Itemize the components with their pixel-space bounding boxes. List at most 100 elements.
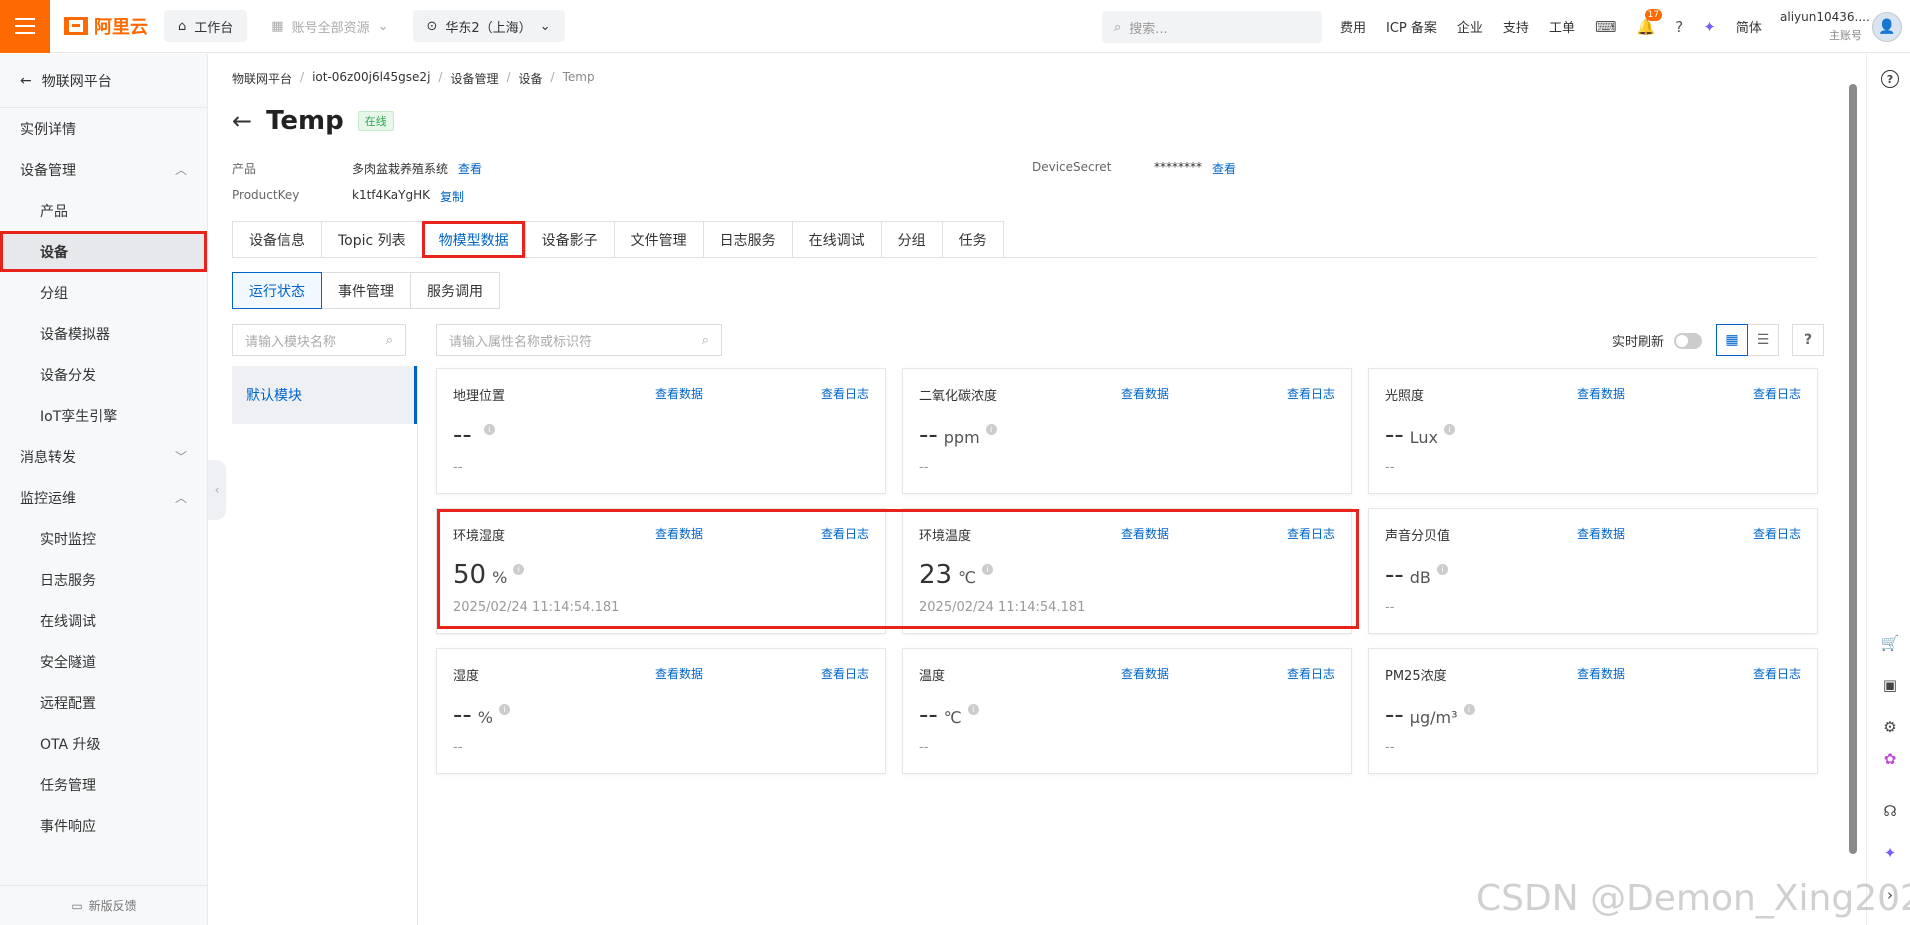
sidebar-item-2[interactable]: 产品 [0, 190, 207, 231]
tab-6[interactable]: 在线调试 [791, 221, 881, 258]
scrollbar[interactable] [1846, 54, 1860, 925]
sidebar-item-3[interactable]: 设备 [0, 231, 207, 272]
help-icon[interactable]: ? [1792, 324, 1824, 356]
info-icon[interactable]: i [513, 564, 525, 575]
subtab-service-call[interactable]: 服务调用 [410, 272, 500, 309]
ai-assistant-icon[interactable]: ✦ [1879, 842, 1901, 864]
info-icon[interactable]: i [1444, 424, 1456, 435]
subtab-event-mgmt[interactable]: 事件管理 [321, 272, 411, 309]
top-link-fee[interactable]: 费用 [1340, 17, 1366, 36]
view-data-link[interactable]: 查看数据 [1121, 525, 1169, 542]
top-link-support[interactable]: 支持 [1503, 17, 1529, 36]
sidebar-item-8[interactable]: 消息转发 ﹀ [0, 436, 207, 477]
headset-icon[interactable]: ☊ [1879, 800, 1901, 822]
top-link-ticket[interactable]: 工单 [1549, 17, 1575, 36]
back-arrow-icon[interactable]: ← [232, 107, 252, 135]
sidebar-item-16[interactable]: 任务管理 [0, 764, 207, 805]
view-data-link[interactable]: 查看数据 [1577, 385, 1625, 402]
language-switch[interactable]: 简体 [1736, 17, 1762, 36]
sidebar-item-6[interactable]: 设备分发 [0, 354, 207, 395]
sidebar-item-5[interactable]: 设备模拟器 [0, 313, 207, 354]
ai-assistant-icon[interactable]: ✦ [1703, 18, 1716, 36]
module-search-input[interactable]: 请输入模块名称 ⌕ [232, 324, 406, 356]
sidebar-item-12[interactable]: 在线调试 [0, 600, 207, 641]
sidebar-item-1[interactable]: 设备管理 ︿ [0, 149, 207, 190]
subtab-run-status[interactable]: 运行状态 [232, 272, 322, 309]
tab-0[interactable]: 设备信息 [232, 221, 321, 258]
bell-icon[interactable]: 🔔 17 [1637, 8, 1663, 36]
tab-7[interactable]: 分组 [880, 221, 942, 258]
list-view-icon[interactable]: ☰ [1747, 324, 1779, 356]
menu-icon[interactable] [0, 0, 50, 53]
gear-icon[interactable]: ⚙ [1879, 716, 1901, 738]
product-view-link[interactable]: 查看 [458, 160, 482, 177]
tab-8[interactable]: 任务 [941, 221, 1004, 258]
view-data-link[interactable]: 查看数据 [1577, 525, 1625, 542]
tab-4[interactable]: 文件管理 [613, 221, 703, 258]
view-data-link[interactable]: 查看数据 [655, 385, 703, 402]
sidebar-item-15[interactable]: OTA 升级 [0, 723, 207, 764]
view-data-link[interactable]: 查看数据 [655, 525, 703, 542]
view-log-link[interactable]: 查看日志 [1753, 385, 1801, 402]
sidebar-item-7[interactable]: IoT孪生引擎 [0, 395, 207, 436]
info-icon[interactable]: i [1436, 564, 1448, 575]
sidebar-item-0[interactable]: 实例详情 [0, 108, 207, 149]
view-log-link[interactable]: 查看日志 [1287, 525, 1335, 542]
help-circle-icon[interactable]: ? [1881, 70, 1899, 88]
aliyun-logo[interactable]: 阿里云 [50, 13, 164, 39]
productkey-copy-link[interactable]: 复制 [440, 188, 464, 205]
property-search-input[interactable]: 请输入属性名称或标识符 ⌕ [436, 324, 722, 356]
info-icon[interactable]: i [967, 704, 979, 715]
cart-icon[interactable]: 🛒 [1879, 632, 1901, 654]
realtime-toggle[interactable] [1674, 332, 1703, 349]
info-icon[interactable]: i [1463, 704, 1475, 715]
feedback-button[interactable]: ▭ 新版反馈 [0, 885, 208, 925]
view-log-link[interactable]: 查看日志 [821, 665, 869, 682]
region-select[interactable]: ⊙ 华东2（上海） ⌄ [412, 10, 565, 42]
info-icon[interactable]: i [982, 564, 994, 575]
document-icon[interactable]: ▣ [1879, 674, 1901, 696]
top-link-enterprise[interactable]: 企业 [1457, 17, 1483, 36]
view-data-link[interactable]: 查看数据 [1121, 665, 1169, 682]
sidebar-item-4[interactable]: 分组 [0, 272, 207, 313]
tab-5[interactable]: 日志服务 [702, 221, 792, 258]
sidebar-item-9[interactable]: 监控运维 ︿ [0, 477, 207, 518]
view-log-link[interactable]: 查看日志 [1287, 665, 1335, 682]
sidebar-item-13[interactable]: 安全隧道 [0, 641, 207, 682]
avatar[interactable]: 👤 [1872, 12, 1902, 42]
sidebar-collapse-handle[interactable]: ‹ [208, 460, 226, 520]
view-log-link[interactable]: 查看日志 [821, 525, 869, 542]
terminal-icon[interactable]: ⌨ [1595, 18, 1617, 36]
view-data-link[interactable]: 查看数据 [1577, 665, 1625, 682]
view-log-link[interactable]: 查看日志 [1753, 525, 1801, 542]
sidebar-back-button[interactable]: ← 物联网平台 [0, 54, 207, 108]
global-search-input[interactable]: ⌕ 搜索... [1102, 11, 1322, 43]
info-icon[interactable]: i [483, 424, 495, 435]
breadcrumb-device-mgmt[interactable]: 设备管理 [450, 70, 498, 87]
sidebar-item-11[interactable]: 日志服务 [0, 559, 207, 600]
view-log-link[interactable]: 查看日志 [1753, 665, 1801, 682]
workbench-button[interactable]: ⌂ 工作台 [164, 10, 248, 42]
view-log-link[interactable]: 查看日志 [821, 385, 869, 402]
grid-view-icon[interactable]: ▦ [1716, 324, 1748, 356]
tab-3[interactable]: 设备影子 [524, 221, 614, 258]
tab-2[interactable]: 物模型数据 [421, 221, 525, 258]
view-data-link[interactable]: 查看数据 [1121, 385, 1169, 402]
help-circle-icon[interactable]: ? [1675, 18, 1683, 36]
info-icon[interactable]: i [985, 424, 997, 435]
devicesecret-view-link[interactable]: 查看 [1212, 160, 1236, 177]
top-link-icp[interactable]: ICP 备案 [1386, 17, 1437, 36]
view-log-link[interactable]: 查看日志 [1287, 385, 1335, 402]
view-data-link[interactable]: 查看数据 [655, 665, 703, 682]
sidebar-item-17[interactable]: 事件响应 [0, 805, 207, 846]
scrollbar-thumb[interactable] [1849, 84, 1857, 854]
account-resources-select[interactable]: ▦ 账号全部资源 ⌄ [257, 10, 402, 42]
sidebar-item-14[interactable]: 远程配置 [0, 682, 207, 723]
breadcrumb-device[interactable]: 设备 [519, 70, 543, 87]
brain-icon[interactable]: ✿ [1879, 748, 1901, 770]
user-account[interactable]: aliyun10436.... 主账号 [1780, 10, 1870, 43]
sidebar-item-10[interactable]: 实时监控 [0, 518, 207, 559]
breadcrumb-iot[interactable]: 物联网平台 [232, 70, 292, 87]
breadcrumb-instance[interactable]: iot-06z00j6l45gse2j [312, 70, 430, 87]
info-icon[interactable]: i [498, 704, 510, 715]
